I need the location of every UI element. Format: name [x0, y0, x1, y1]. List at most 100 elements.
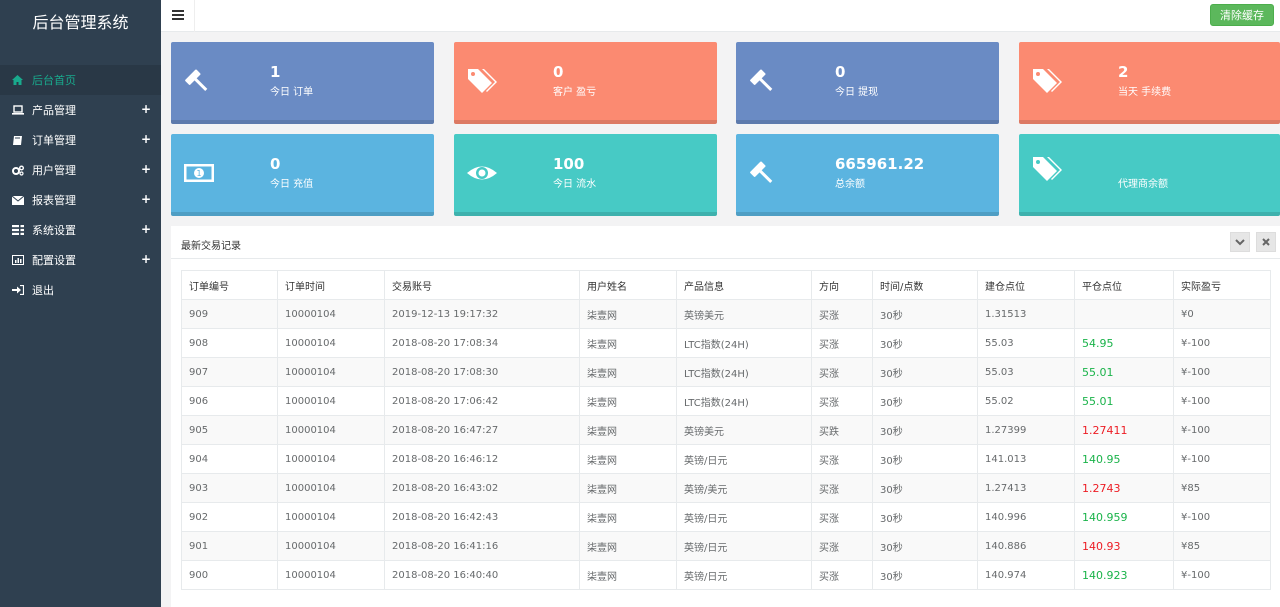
stat-card-total-balance: 665961.22 总余额 [736, 134, 999, 216]
table-cell: 30秒 [872, 444, 978, 474]
table-row: 901 10000104 2018-08-20 16:41:16 柒壹网 英镑/日元 买涨… [181, 531, 1271, 561]
tasks-icon [12, 225, 32, 235]
clear-cache-button[interactable]: 清除缓存 [1210, 4, 1274, 26]
envelope-icon [12, 195, 32, 205]
table-cell: 906 [181, 386, 278, 416]
gavel-icon [748, 158, 782, 192]
table-cell: 54.95 [1074, 328, 1174, 358]
trades-table-body: 909 10000104 2019-12-13 19:17:32 柒壹网 英镑美元 买涨 3… [181, 299, 1271, 590]
close-button[interactable] [1256, 232, 1276, 252]
table-cell: ¥85 [1173, 473, 1271, 503]
expand-icon[interactable]: + [141, 192, 151, 206]
sidebar-item-logout[interactable]: 退出 [0, 275, 161, 305]
chevron-down-icon [1235, 236, 1245, 249]
collapse-button[interactable] [1230, 232, 1250, 252]
table-cell: 904 [181, 444, 278, 474]
stat-label: 当天 手续费 [1118, 87, 1172, 98]
table-cell: 柒壹网 [579, 502, 677, 532]
table-cell: ¥85 [1173, 531, 1271, 561]
stat-card-today-withdraw: 0 今日 提现 [736, 42, 999, 124]
table-cell: 2018-08-20 16:47:27 [384, 415, 580, 445]
table-cell: 10000104 [277, 444, 385, 474]
tags-icon [1031, 154, 1065, 188]
stat-value: 1 [270, 63, 281, 81]
stat-card-customer-pnl: 0 客户 盈亏 [454, 42, 717, 124]
stat-label: 总余额 [835, 179, 865, 190]
sidebar-item-reports[interactable]: 报表管理 + [0, 185, 161, 215]
table-cell: 909 [181, 299, 278, 329]
table-row: 908 10000104 2018-08-20 17:08:34 柒壹网 LTC指数(2… [181, 328, 1271, 358]
table-cell [1074, 299, 1174, 329]
sidebar-item-orders[interactable]: 订单管理 + [0, 125, 161, 155]
laptop-icon [12, 105, 32, 115]
table-cell: 买涨 [811, 502, 873, 532]
table-cell: 140.95 [1074, 444, 1174, 474]
sidebar-item-home[interactable]: 后台首页 [0, 65, 161, 95]
stat-value: 100 [553, 155, 585, 173]
sidebar-item-label: 报表管理 [32, 194, 76, 207]
stat-label: 客户 盈亏 [553, 87, 597, 98]
table-cell: 柒壹网 [579, 328, 677, 358]
table-cell: 55.01 [1074, 357, 1174, 387]
chart-icon [12, 255, 32, 265]
table-cell: 2018-08-20 17:06:42 [384, 386, 580, 416]
table-cell: 30秒 [872, 357, 978, 387]
table-cell: 2018-08-20 16:41:16 [384, 531, 580, 561]
table-cell: 140.886 [977, 531, 1075, 561]
table-cell: 买涨 [811, 299, 873, 329]
table-cell: 10000104 [277, 357, 385, 387]
table-cell: 30秒 [872, 299, 978, 329]
sidebar-item-products[interactable]: 产品管理 + [0, 95, 161, 125]
stat-value: 665961.22 [835, 155, 925, 173]
table-cell: 柒壹网 [579, 531, 677, 561]
gavel-icon [183, 66, 217, 100]
trades-table: 订单编号 订单时间 交易账号 用户姓名 产品信息 方向 时间/点数 建仓点位 平… [181, 270, 1271, 590]
sidebar-item-config-settings[interactable]: 配置设置 + [0, 245, 161, 275]
table-cell: 55.02 [977, 386, 1075, 416]
table-cell: ¥-100 [1173, 386, 1271, 416]
sign-out-icon [12, 285, 32, 295]
table-cell: 柒壹网 [579, 444, 677, 474]
column-header: 交易账号 [384, 270, 580, 300]
table-cell: 901 [181, 531, 278, 561]
expand-icon[interactable]: + [141, 252, 151, 266]
expand-icon[interactable]: + [141, 222, 151, 236]
table-cell: ¥-100 [1173, 357, 1271, 387]
table-cell: 1.27413 [977, 473, 1075, 503]
table-cell: 55.03 [977, 357, 1075, 387]
table-cell: 905 [181, 415, 278, 445]
table-cell: 买跌 [811, 415, 873, 445]
stat-label: 今日 充值 [270, 179, 314, 190]
hamburger-icon [171, 9, 184, 23]
sidebar-item-users[interactable]: 用户管理 + [0, 155, 161, 185]
expand-icon[interactable]: + [141, 162, 151, 176]
stat-label: 今日 订单 [270, 87, 314, 98]
table-cell: 140.996 [977, 502, 1075, 532]
expand-icon[interactable]: + [141, 132, 151, 146]
sidebar-item-label: 退出 [32, 284, 54, 297]
table-cell: 1.31513 [977, 299, 1075, 329]
table-cell: 柒壹网 [579, 560, 677, 590]
table-cell: 英镑/日元 [676, 444, 812, 474]
table-cell: 902 [181, 502, 278, 532]
sidebar-item-label: 产品管理 [32, 104, 76, 117]
table-cell: 10000104 [277, 386, 385, 416]
table-row: 909 10000104 2019-12-13 19:17:32 柒壹网 英镑美元 买涨 3… [181, 299, 1271, 329]
table-cell: 140.974 [977, 560, 1075, 590]
expand-icon[interactable]: + [141, 102, 151, 116]
table-cell: 柒壹网 [579, 473, 677, 503]
sidebar-nav: 后台首页 产品管理 + 订单管理 + 用户管理 + 报表管理 + 系统设置 + … [0, 65, 161, 305]
column-header: 时间/点数 [872, 270, 978, 300]
table-cell: 10000104 [277, 560, 385, 590]
table-cell: 2018-08-20 16:43:02 [384, 473, 580, 503]
latest-trades-panel: 最新交易记录 订单编号 订单时间 交易账号 用户姓名 产品信息 方向 时间/点数… [171, 226, 1280, 607]
sidebar-item-system-settings[interactable]: 系统设置 + [0, 215, 161, 245]
gears-icon [12, 165, 32, 176]
column-header: 建仓点位 [977, 270, 1075, 300]
menu-toggle-button[interactable] [161, 0, 195, 32]
table-cell: ¥-100 [1173, 415, 1271, 445]
table-cell: 30秒 [872, 415, 978, 445]
svg-text:1: 1 [196, 169, 201, 178]
table-cell: 1.27399 [977, 415, 1075, 445]
table-cell: 30秒 [872, 328, 978, 358]
